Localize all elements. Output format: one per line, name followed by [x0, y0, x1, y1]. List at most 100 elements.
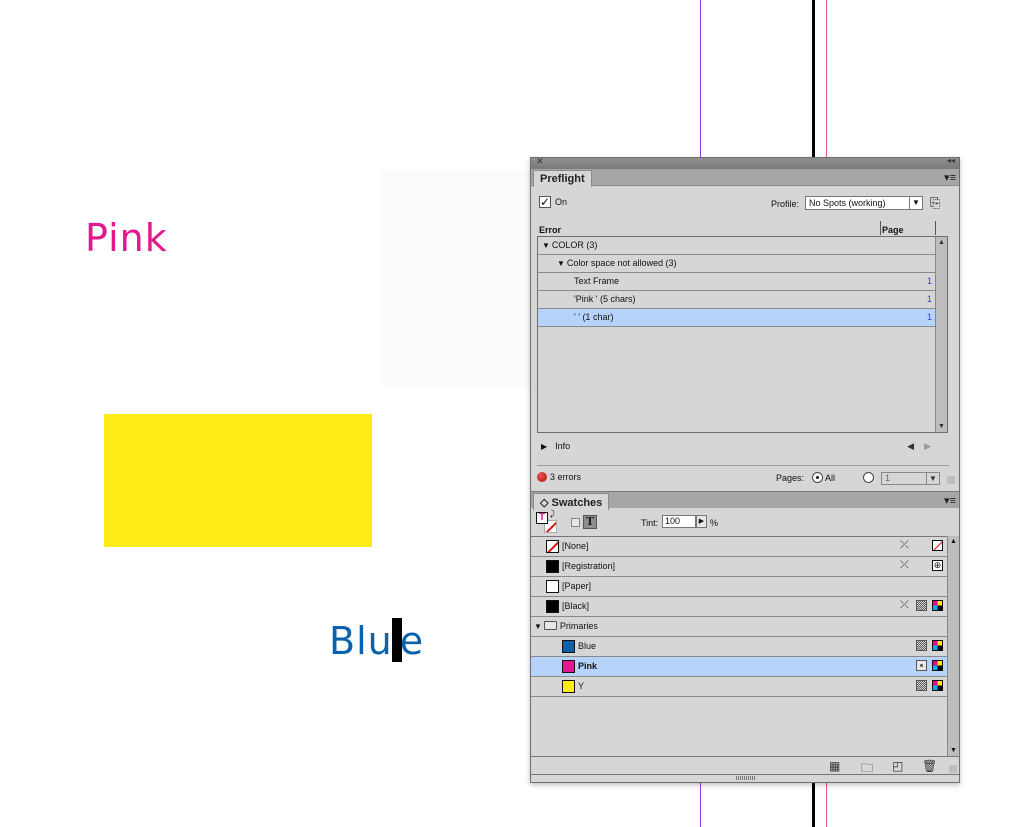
error-row-color-space[interactable]: ▼ Color space not allowed (3) [538, 255, 935, 273]
error-page-link[interactable]: 1 [927, 273, 932, 290]
blue-text-frame[interactable]: Blu e [329, 617, 424, 665]
collapse-icon[interactable]: ◂◂ [947, 156, 955, 165]
swatch-pink-selected[interactable]: Pink [531, 657, 947, 677]
tab-swatches[interactable]: ◇ Swatches [533, 493, 610, 510]
formatting-container-icon[interactable] [571, 518, 580, 527]
scroll-up-icon[interactable]: ▲ [936, 237, 947, 248]
pink-text-frame[interactable]: Pink [85, 216, 168, 260]
next-icon[interactable]: ▶ [924, 441, 931, 451]
define-profiles-icon[interactable]: ⎘ [930, 195, 940, 211]
no-edit-icon: ⤫ [900, 539, 909, 551]
fill-stroke-control[interactable]: T ⤸ [536, 509, 558, 534]
scroll-up-icon[interactable]: ▲ [948, 536, 959, 547]
close-icon[interactable]: ✕ [536, 156, 544, 167]
swatches-tabbar: ◇ Swatches ▾≡ [531, 491, 959, 510]
info-navigation: ◀ ▶ [907, 441, 931, 452]
spot-color-icon [916, 660, 927, 671]
error-row-item[interactable]: Text Frame 1 [538, 273, 935, 291]
error-row-label: COLOR (3) [551, 240, 598, 250]
swatch-chip-paper [546, 580, 559, 593]
error-row-item[interactable]: 'Pink ' (5 chars) 1 [538, 291, 935, 309]
swatch-y[interactable]: Y [531, 677, 947, 697]
error-row-label: ' ' (1 char) [574, 312, 614, 322]
disclosure-expanded-icon[interactable]: ▼ [542, 237, 550, 254]
swatch-registration[interactable]: [Registration] ⤫ ⊕ [531, 557, 947, 577]
disclosure-expanded-icon[interactable]: ▼ [557, 255, 565, 272]
resize-grip[interactable] [947, 476, 955, 484]
yellow-rectangle[interactable] [104, 414, 372, 547]
panel-menu-icon[interactable]: ▾≡ [944, 171, 956, 184]
tint-unit: % [710, 518, 719, 528]
error-column-header[interactable]: Error [539, 225, 561, 235]
swatch-icons [916, 680, 943, 691]
delete-swatch-icon[interactable]: 🗑 [922, 759, 937, 773]
swatch-name: [Registration] [562, 561, 616, 571]
error-page-link[interactable]: 1 [927, 309, 932, 326]
swatch-icons: ⤫ ⊕ [900, 560, 943, 571]
panel-titlebar[interactable]: ✕ ◂◂ [531, 156, 959, 169]
fill-text-icon[interactable]: T [536, 512, 548, 524]
scroll-down-icon[interactable]: ▼ [936, 421, 947, 432]
previous-icon[interactable]: ◀ [907, 441, 914, 451]
scroll-down-icon[interactable]: ▼ [948, 745, 959, 756]
registration-icon: ⊕ [932, 560, 943, 571]
chevron-down-icon: ▼ [909, 197, 922, 209]
error-page-link[interactable]: 1 [927, 291, 932, 308]
column-divider [880, 221, 881, 235]
swatches-expand-icon: ◇ [540, 497, 549, 509]
cmyk-mode-icon [932, 600, 943, 611]
tab-preflight[interactable]: Preflight [533, 170, 592, 187]
on-checkbox[interactable]: ✓ [539, 196, 551, 208]
swatch-list-scrollbar[interactable]: ▲ ▼ [947, 536, 959, 756]
swatch-list: [None] ⤫ [Registration] ⤫ ⊕ [Paper] [Blac… [531, 536, 959, 756]
error-row-label: Text Frame [574, 276, 620, 286]
panel-menu-icon[interactable]: ▾≡ [944, 494, 956, 507]
swatch-chip-black [546, 600, 559, 613]
pages-all-label: All [825, 473, 836, 483]
pages-range-option[interactable] [863, 472, 874, 483]
info-label[interactable]: Info [555, 441, 570, 451]
profile-value: No Spots (working) [809, 198, 886, 208]
folder-icon [543, 621, 557, 630]
swatch-group-name: Primaries [559, 621, 598, 631]
grip-icon [736, 776, 756, 780]
tint-slider-button[interactable]: ▶ [696, 515, 707, 528]
disclosure-collapsed-icon[interactable]: ▶ [541, 442, 547, 451]
resize-grip[interactable] [949, 765, 957, 773]
empty-frame[interactable] [380, 171, 532, 386]
swatch-black[interactable]: [Black] ⤫ [531, 597, 947, 617]
formatting-text-icon[interactable]: T [583, 515, 597, 529]
panel-group: ✕ ◂◂ Preflight ▾≡ ✓ On Profile: No Spots… [530, 156, 960, 783]
tint-input[interactable]: 100 [662, 515, 696, 528]
profile-dropdown[interactable]: No Spots (working) ▼ [805, 196, 923, 210]
error-row-label: Color space not allowed (3) [566, 258, 677, 268]
new-swatch-icon[interactable]: ◰ [892, 759, 903, 773]
swatch-none[interactable]: [None] ⤫ [531, 537, 947, 557]
error-row-item-selected[interactable]: ' ' (1 char) 1 [538, 309, 935, 327]
error-row-color[interactable]: ▼ COLOR (3) [538, 237, 935, 255]
none-mode-icon [932, 540, 943, 551]
swatch-name: Y [578, 681, 585, 691]
panel-resize-handle[interactable] [531, 774, 959, 782]
pages-range-dropdown[interactable]: 1 ▼ [881, 472, 940, 485]
pages-all-option[interactable]: All [812, 472, 835, 483]
process-color-icon [916, 600, 927, 611]
page-column-header[interactable]: Page [882, 225, 904, 235]
errors-count: 3 errors [550, 472, 582, 482]
pages-range-value: 1 [885, 473, 891, 483]
swatch-group-primaries[interactable]: ▼ Primaries [531, 617, 947, 637]
blue-text-after: e [399, 619, 425, 663]
on-label: On [555, 197, 568, 207]
swatch-paper[interactable]: [Paper] [531, 577, 947, 597]
show-swatch-kinds-icon[interactable]: ▦ [829, 759, 840, 773]
preflight-status: 3 errors Pages: All 1 ▼ [537, 472, 957, 486]
swap-icon[interactable]: ⤸ [550, 509, 555, 519]
radio-range[interactable] [863, 472, 874, 483]
swatch-chip-blue [562, 640, 575, 653]
swatch-blue[interactable]: Blue [531, 637, 947, 657]
disclosure-expanded-icon[interactable]: ▼ [534, 617, 542, 636]
cmyk-mode-icon [932, 640, 943, 651]
preflight-on-toggle[interactable]: ✓ On [539, 196, 567, 208]
error-list-scrollbar[interactable]: ▲ ▼ [935, 237, 947, 432]
radio-all[interactable] [812, 472, 823, 483]
